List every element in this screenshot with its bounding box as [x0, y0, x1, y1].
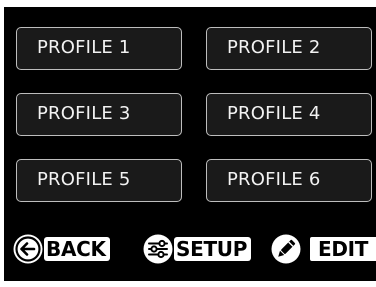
setup-sliders-icon — [143, 234, 173, 264]
profile-3-button[interactable]: PROFILE 3 — [16, 93, 182, 136]
setup-button[interactable]: SETUP — [142, 233, 252, 265]
profile-4-button[interactable]: PROFILE 4 — [206, 93, 372, 136]
profile-selection-screen: PROFILE 1 PROFILE 2 PROFILE 3 PROFILE 4 … — [4, 7, 376, 281]
edit-label: EDIT — [310, 237, 376, 261]
profile-2-button[interactable]: PROFILE 2 — [206, 27, 372, 70]
back-label: BACK — [44, 237, 110, 261]
setup-label: SETUP — [174, 237, 252, 261]
back-button[interactable]: BACK — [12, 233, 110, 265]
back-arrow-icon — [13, 234, 43, 264]
action-bar: BACK SETUP EDIT — [4, 233, 376, 267]
profile-5-button[interactable]: PROFILE 5 — [16, 159, 182, 202]
profile-6-button[interactable]: PROFILE 6 — [206, 159, 372, 202]
pencil-icon — [271, 234, 301, 264]
edit-button[interactable]: EDIT — [270, 233, 376, 265]
profile-1-button[interactable]: PROFILE 1 — [16, 27, 182, 70]
